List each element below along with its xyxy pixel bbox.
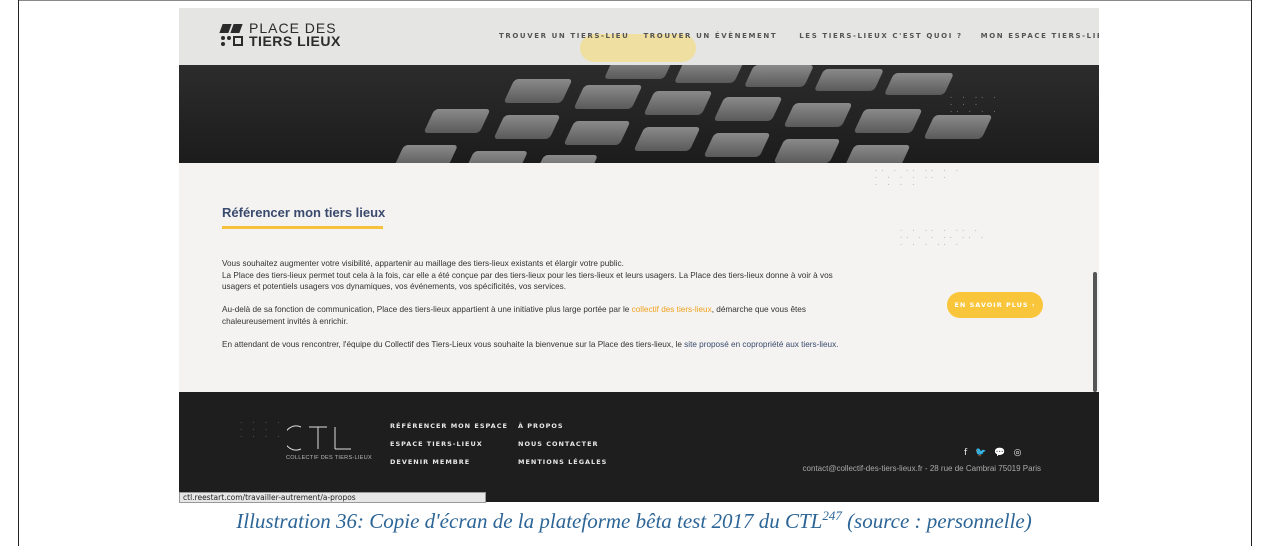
footer-contact: contact@collectif-des-tiers-lieux.fr - 2…	[802, 464, 1041, 473]
website-screenshot: · · ·· · · · · ·· · · · PLACE DES TIERS L…	[179, 8, 1099, 502]
main-nav: TROUVER UN TIERS-LIEU TROUVER UN ÉVÈNEME…	[499, 32, 1099, 40]
browser-status-url: ctl.reestart.com/travailler-autrement/a-…	[179, 492, 486, 503]
instagram-icon[interactable]: ◎	[1014, 448, 1022, 458]
site-logo[interactable]: PLACE DES TIERS LIEUX	[219, 21, 341, 49]
en-savoir-plus-button[interactable]: EN SAVOIR PLUS ›	[947, 292, 1043, 318]
chat-icon[interactable]: 💬	[994, 448, 1005, 458]
footer-link-devenir-membre[interactable]: DEVENIR MEMBRE	[390, 458, 470, 466]
page-scrollbar[interactable]	[1093, 272, 1097, 392]
document-frame-right	[1251, 0, 1252, 546]
nav-item-mon-espace[interactable]: MON ESPACE TIERS-LIEUX	[981, 32, 1099, 40]
footer-link-contact[interactable]: NOUS CONTACTER	[518, 440, 599, 448]
logo-mark-icon	[219, 24, 243, 46]
twitter-icon[interactable]: 🐦	[975, 448, 986, 458]
facebook-icon[interactable]: f	[964, 448, 967, 458]
site-header: PLACE DES TIERS LIEUX TROUVER UN TIERS-L…	[179, 8, 1099, 65]
site-footer: · · · · · · · · · · · COLLECTIF DES TIERS…	[179, 392, 1099, 502]
document-frame-left	[18, 0, 19, 546]
nav-item-trouver-tiers-lieu[interactable]: TROUVER UN TIERS-LIEU	[499, 32, 629, 40]
paragraph-2: Au-delà de sa fonction de communication,…	[222, 305, 806, 326]
dots-decoration: ·· · ·· ·· · · · · · · ·· · · · · ·	[874, 167, 962, 189]
paragraph-3: En attendant de vous rencontrer, l'équip…	[222, 340, 839, 349]
footer-link-referencer[interactable]: RÉFÉRENCER MON ESPACE	[390, 422, 508, 430]
title-underline	[222, 226, 383, 229]
footer-link-espace[interactable]: ESPACE TIERS-LIEUX	[390, 440, 483, 448]
dots-decoration-2: · · ·· · ·· · ·· · · ·· ·· · · · · ·· ·	[899, 227, 987, 249]
site-copropriete-link[interactable]: site proposé en copropriété aux tiers-li…	[684, 340, 838, 349]
social-links: f 🐦 💬 ◎	[964, 448, 1021, 458]
page-title: Référencer mon tiers lieux	[222, 205, 386, 220]
logo-line-2: TIERS LIEUX	[249, 33, 341, 49]
nav-item-trouver-evenement[interactable]: TROUVER UN ÉVÈNEMENT	[643, 32, 777, 40]
footer-link-mentions[interactable]: MENTIONS LÉGALES	[518, 458, 607, 466]
nav-item-tiers-lieux-quoi[interactable]: LES TIERS-LIEUX C'EST QUOI ?	[799, 32, 962, 40]
footer-link-a-propos[interactable]: À PROPOS	[518, 422, 564, 430]
hero-banner: · · ·· · · · · ·· · · ·	[179, 65, 1099, 163]
figure-caption: Illustration 36: Copie d'écran de la pla…	[236, 508, 1032, 533]
ctl-logo-caption: COLLECTIF DES TIERS-LIEUX	[286, 455, 372, 461]
paragraph-1: Vous souhaitez augmenter votre visibilit…	[222, 259, 833, 291]
ctl-logo[interactable]	[287, 424, 357, 452]
collectif-link[interactable]: collectif des tiers-lieux	[632, 305, 712, 314]
document-frame-top	[18, 0, 1252, 1]
